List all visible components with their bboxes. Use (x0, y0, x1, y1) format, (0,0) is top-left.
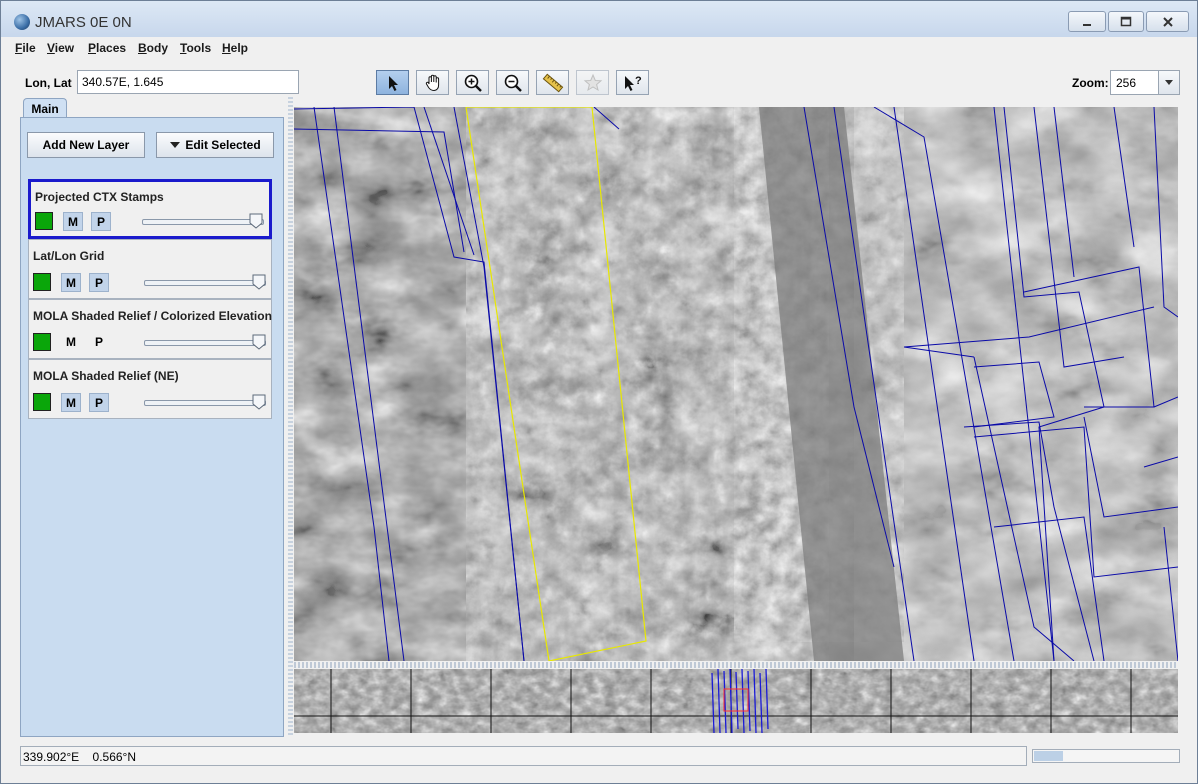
menu-file[interactable]: File (15, 41, 36, 55)
edit-selected-label: Edit Selected (185, 138, 261, 152)
layer-opacity-slider[interactable] (144, 340, 266, 346)
measure-ruler-icon (542, 73, 563, 92)
window-title: JMARS 0E 0N (35, 14, 132, 31)
layer-main-button[interactable]: M (61, 393, 81, 412)
favorite-star-icon (583, 73, 602, 91)
select-arrow-icon (388, 75, 398, 91)
layer-name: MOLA Shaded Relief (NE) (33, 369, 179, 383)
close-icon (1162, 16, 1173, 27)
favorite-tool-button[interactable] (576, 70, 609, 95)
zoom-label: Zoom: (1072, 76, 1109, 90)
layer-row-ctx-stamps[interactable]: Projected CTX Stamps M P (28, 179, 272, 239)
status-coordinates: 339.902°E 0.566°N (23, 750, 136, 764)
main-map-view[interactable] (294, 107, 1178, 661)
maximize-icon (1120, 16, 1132, 26)
zoom-in-tool-button[interactable] (456, 70, 489, 95)
layer-name: Lat/Lon Grid (33, 249, 105, 263)
measure-tool-button[interactable] (536, 70, 569, 95)
add-new-layer-button[interactable]: Add New Layer (27, 132, 145, 158)
layer-name: MOLA Shaded Relief / Colorized Elevation (33, 309, 272, 323)
status-lat: 0.566°N (92, 750, 137, 764)
layer-panner-button[interactable]: P (89, 333, 109, 352)
jmars-globe-icon (14, 14, 30, 30)
zoom-select[interactable]: 256 (1110, 70, 1180, 95)
menu-tools[interactable]: Tools (180, 41, 211, 55)
layer-row-mola-colorized[interactable]: MOLA Shaded Relief / Colorized Elevation… (28, 299, 272, 359)
slider-thumb[interactable] (252, 334, 266, 350)
slider-thumb[interactable] (249, 213, 263, 229)
layer-panner-button[interactable]: P (89, 393, 109, 412)
layer-row-latlon-grid[interactable]: Lat/Lon Grid M P (28, 239, 272, 299)
zoom-in-icon (464, 74, 482, 92)
panner-overview[interactable] (294, 669, 1178, 733)
investigate-tool-button[interactable]: ? (616, 70, 649, 95)
layer-color-swatch[interactable] (35, 212, 53, 230)
jmars-window: JMARS 0E 0N File View Places Body Tools … (0, 0, 1198, 784)
tab-main[interactable]: Main (23, 98, 67, 118)
progress-bar-fill (1034, 751, 1063, 761)
mola-relief-east (854, 107, 1178, 661)
slider-thumb[interactable] (252, 274, 266, 290)
edit-selected-button[interactable]: Edit Selected (156, 132, 274, 158)
minimize-button[interactable] (1068, 11, 1106, 32)
zoom-dropdown-button[interactable] (1158, 71, 1179, 94)
chevron-down-icon (1165, 79, 1173, 85)
layer-opacity-slider[interactable] (144, 400, 266, 406)
select-tool-button[interactable] (376, 70, 409, 95)
layer-panner-button[interactable]: P (91, 212, 111, 231)
layer-color-swatch[interactable] (33, 333, 51, 351)
slider-thumb[interactable] (252, 394, 266, 410)
layer-color-swatch[interactable] (33, 393, 51, 411)
lonlat-label: Lon, Lat (25, 76, 72, 90)
title-bar[interactable]: JMARS 0E 0N (1, 1, 1197, 37)
layer-panner-button[interactable]: P (89, 273, 109, 292)
status-lon: 339.902°E (23, 750, 80, 764)
minimize-icon (1083, 23, 1091, 26)
pan-hand-icon (425, 74, 439, 91)
close-button[interactable] (1146, 11, 1189, 32)
splitpane-divider[interactable] (288, 97, 293, 737)
progress-bar (1032, 749, 1180, 763)
status-bar: 339.902°E 0.566°N (20, 746, 1027, 766)
panner-divider[interactable] (294, 662, 1178, 668)
menu-help[interactable]: Help (222, 41, 248, 55)
layer-main-button[interactable]: M (61, 273, 81, 292)
layer-main-button[interactable]: M (61, 333, 81, 352)
menu-places[interactable]: Places (88, 41, 126, 55)
layer-name: Projected CTX Stamps (35, 190, 164, 204)
zoom-out-tool-button[interactable] (496, 70, 529, 95)
layer-main-button[interactable]: M (63, 212, 83, 231)
layer-row-mola-ne[interactable]: MOLA Shaded Relief (NE) M P (28, 359, 272, 419)
svg-text:?: ? (635, 75, 642, 87)
menu-body[interactable]: Body (138, 41, 168, 55)
maximize-button[interactable] (1108, 11, 1144, 32)
pan-tool-button[interactable] (416, 70, 449, 95)
dropdown-triangle-icon (170, 142, 181, 148)
layer-opacity-slider[interactable] (142, 219, 264, 225)
panner-canvas (294, 669, 1178, 733)
map-canvas (294, 107, 1178, 661)
menu-bar: File View Places Body Tools Help (1, 37, 1197, 59)
lonlat-input[interactable] (77, 70, 299, 94)
investigate-arrow-icon: ? (624, 75, 642, 91)
layer-opacity-slider[interactable] (144, 280, 266, 286)
layer-color-swatch[interactable] (33, 273, 51, 291)
zoom-out-icon (504, 74, 522, 92)
zoom-value: 256 (1116, 76, 1137, 90)
menu-view[interactable]: View (47, 41, 74, 55)
